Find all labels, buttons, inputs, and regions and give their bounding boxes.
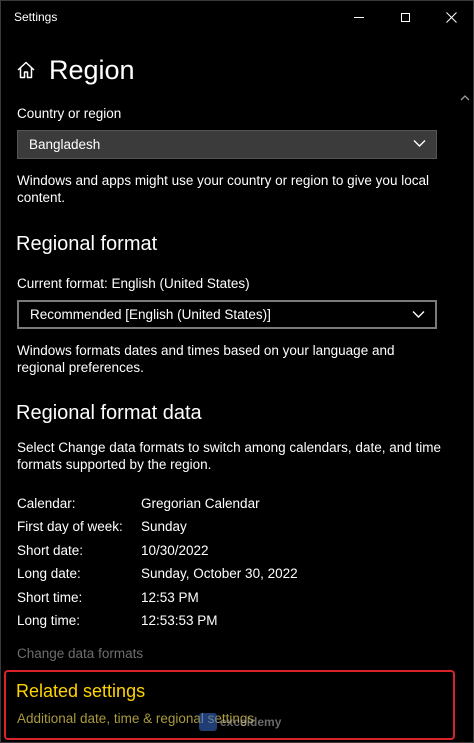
format-data-description: Select Change data formats to switch amo… [17, 440, 441, 472]
close-button[interactable] [428, 0, 474, 34]
maximize-icon [400, 12, 410, 22]
home-icon[interactable] [16, 60, 36, 80]
country-value: Bangladesh [29, 137, 101, 152]
first-day-label: First day of week: [17, 519, 123, 534]
current-format-label: Current format: English (United States) [17, 276, 250, 291]
regional-format-dropdown[interactable]: Recommended [English (United States)] [17, 300, 437, 329]
chevron-down-icon [413, 140, 426, 147]
watermark-logo: exceldemy [199, 711, 281, 733]
calendar-value: Gregorian Calendar [141, 496, 260, 511]
scroll-up-arrow-icon[interactable] [459, 92, 471, 104]
short-time-value: 12:53 PM [141, 590, 199, 605]
change-data-formats-link[interactable]: Change data formats [17, 646, 143, 661]
minimize-button[interactable] [336, 0, 382, 34]
long-time-label: Long time: [17, 613, 81, 628]
page-header: Region [16, 52, 135, 88]
title-bar: Settings [0, 0, 474, 34]
page-title: Region [49, 54, 135, 85]
long-date-value: Sunday, October 30, 2022 [141, 566, 298, 581]
short-time-label: Short time: [17, 590, 83, 605]
country-description: Windows and apps might use your country … [17, 173, 429, 205]
watermark-icon [199, 713, 217, 731]
maximize-button[interactable] [382, 0, 428, 34]
country-label: Country or region [17, 106, 122, 121]
regional-format-heading: Regional format [16, 233, 158, 255]
window-title: Settings [14, 10, 58, 24]
regional-format-value: Recommended [English (United States)] [30, 307, 271, 322]
watermark-text: exceldemy [220, 715, 282, 729]
chevron-down-icon [412, 311, 425, 318]
regional-format-description: Windows formats dates and times based on… [17, 343, 395, 375]
close-icon [445, 11, 457, 23]
short-date-value: 10/30/2022 [141, 543, 209, 558]
country-dropdown[interactable]: Bangladesh [17, 130, 437, 159]
related-settings-heading: Related settings [16, 681, 146, 701]
first-day-value: Sunday [141, 519, 187, 534]
short-date-label: Short date: [17, 543, 84, 558]
format-data-heading: Regional format data [16, 402, 202, 424]
calendar-label: Calendar: [17, 496, 76, 511]
long-date-label: Long date: [17, 566, 81, 581]
minimize-icon [354, 16, 364, 18]
long-time-value: 12:53:53 PM [141, 613, 218, 628]
